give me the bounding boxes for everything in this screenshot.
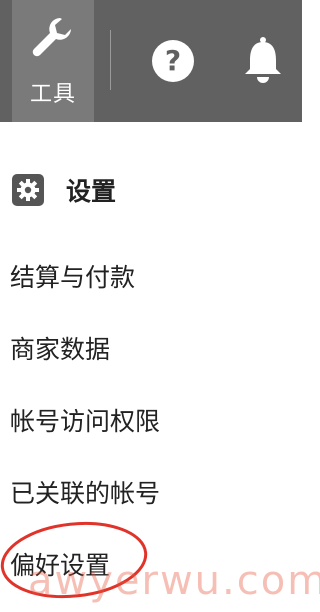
tools-label: 工具 bbox=[29, 82, 76, 107]
settings-title: 设置 bbox=[66, 177, 117, 206]
help-icon[interactable]: ? bbox=[150, 38, 196, 84]
menu-item-billing[interactable]: 结算与付款 bbox=[10, 258, 135, 294]
watermark: awyerwu.com bbox=[28, 558, 320, 604]
tools-tab[interactable]: 工具 bbox=[12, 0, 94, 122]
wrench-icon bbox=[32, 18, 71, 57]
gear-icon bbox=[12, 174, 44, 206]
settings-header: 设置 bbox=[12, 170, 116, 210]
menu-item-business-data[interactable]: 商家数据 bbox=[10, 330, 110, 366]
bell-icon[interactable] bbox=[240, 36, 286, 84]
menu-item-linked-accounts[interactable]: 已关联的帐号 bbox=[10, 474, 160, 510]
menu-item-account-access[interactable]: 帐号访问权限 bbox=[10, 402, 160, 438]
top-toolbar: 工具 ? bbox=[0, 0, 302, 122]
svg-text:?: ? bbox=[165, 44, 181, 77]
toolbar-divider bbox=[110, 30, 111, 90]
